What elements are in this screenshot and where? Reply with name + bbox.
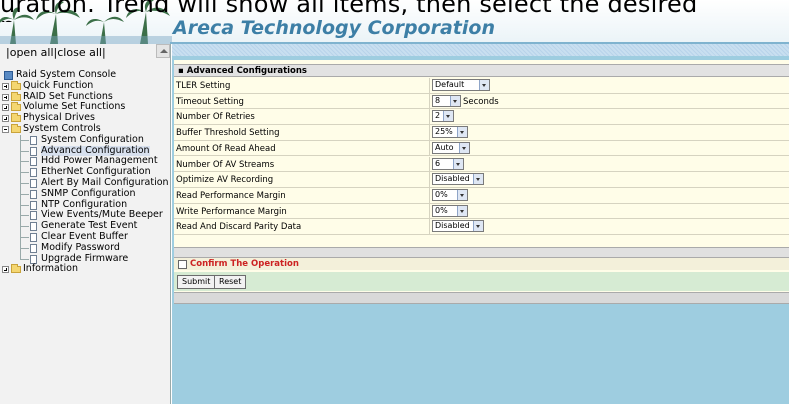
number-of-retries-select[interactable]: 2 xyxy=(432,110,454,123)
scroll-up-arrow[interactable] xyxy=(156,44,170,58)
chevron-down-icon xyxy=(473,174,483,185)
chevron-down-icon xyxy=(443,111,453,122)
raid-console-icon xyxy=(4,71,13,80)
advanced-configurations-form: ▪ Advanced Configurations TLER Setting D… xyxy=(174,60,789,304)
form-footer-band xyxy=(174,292,789,304)
row-write-performance: Write Performance Margin 0% xyxy=(174,203,789,220)
expand-icon[interactable] xyxy=(2,93,9,101)
open-close-links: |open all|close all| xyxy=(6,46,106,59)
read-ahead-select[interactable]: Auto xyxy=(432,141,470,154)
folder-icon xyxy=(11,91,21,101)
page-icon xyxy=(30,135,37,145)
folder-icon xyxy=(11,80,21,90)
tler-setting-select[interactable]: Default xyxy=(432,79,490,91)
page-icon xyxy=(30,232,37,242)
page-icon xyxy=(30,189,37,199)
row-number-of-retries: Number Of Retries 2 xyxy=(174,109,789,126)
row-tler-setting: TLER Setting Default xyxy=(174,78,789,94)
timeout-setting-select[interactable]: 8 xyxy=(432,94,461,107)
page-icon xyxy=(30,168,37,178)
buffer-threshold-select[interactable]: 25% xyxy=(432,126,468,139)
overlay-caption: uration. Trend will show all items, then… xyxy=(0,0,789,22)
close-all-link[interactable]: close all xyxy=(57,46,102,59)
form-separator xyxy=(174,247,789,258)
page-icon xyxy=(30,243,37,253)
confirm-label: Confirm The Operation xyxy=(190,259,299,269)
expand-icon[interactable] xyxy=(2,115,9,123)
read-performance-select[interactable]: 0% xyxy=(432,188,468,201)
row-discard-parity: Read And Discard Parity Data Disabled xyxy=(174,219,789,235)
folder-icon xyxy=(11,102,21,112)
expand-icon[interactable] xyxy=(2,82,9,90)
chevron-down-icon xyxy=(453,158,463,169)
reset-button[interactable]: Reset xyxy=(214,275,247,289)
sidebar: |open all|close all| Raid System Console… xyxy=(0,44,171,404)
chevron-down-icon xyxy=(459,142,469,153)
row-optimize-av: Optimize AV Recording Disabled xyxy=(174,172,789,188)
page-icon xyxy=(30,200,37,210)
page-icon xyxy=(30,157,37,167)
page-icon xyxy=(30,211,37,221)
chevron-down-icon xyxy=(473,221,483,232)
write-performance-select[interactable]: 0% xyxy=(432,204,468,217)
sidebar-subitem-modify-password[interactable]: Modify Password xyxy=(0,242,156,254)
row-read-performance: Read Performance Margin 0% xyxy=(174,187,789,204)
page-icon xyxy=(30,146,37,156)
sidebar-subitem-snmp-configuration[interactable]: SNMP Configuration xyxy=(0,188,156,200)
sidebar-subitem-system-configuration[interactable]: System Configuration xyxy=(0,134,156,146)
chevron-down-icon xyxy=(457,189,467,200)
top-pattern-strip xyxy=(172,44,789,56)
sidebar-item-quick-function[interactable]: Quick Function xyxy=(0,80,156,92)
optimize-av-select[interactable]: Disabled xyxy=(432,173,484,186)
button-row: Submit Reset xyxy=(174,272,789,291)
overlay-caption-text-2: n. xyxy=(0,12,23,22)
expand-icon[interactable] xyxy=(2,266,9,274)
row-read-ahead: Amount Of Read Ahead Auto xyxy=(174,140,789,157)
chevron-down-icon xyxy=(479,80,489,90)
nav-tree: Raid System Console Quick Function RAID … xyxy=(0,68,169,275)
chevron-down-icon xyxy=(457,127,467,138)
row-timeout-setting: Timeout Setting 8 Seconds xyxy=(174,93,789,110)
submit-button[interactable]: Submit xyxy=(177,275,216,289)
page-icon xyxy=(30,178,37,188)
page-icon xyxy=(30,254,37,264)
open-folder-icon xyxy=(11,123,21,133)
collapse-icon[interactable] xyxy=(2,125,9,133)
av-streams-select[interactable]: 6 xyxy=(432,157,464,170)
row-buffer-threshold: Buffer Threshold Setting 25% xyxy=(174,125,789,141)
expand-icon[interactable] xyxy=(2,104,9,112)
confirm-row: Confirm The Operation xyxy=(174,258,789,270)
discard-parity-select[interactable]: Disabled xyxy=(432,220,484,233)
chevron-down-icon xyxy=(450,95,460,106)
row-av-streams: Number Of AV Streams 6 xyxy=(174,156,789,173)
page-icon xyxy=(30,222,37,232)
folder-icon xyxy=(11,113,21,123)
open-all-link[interactable]: open all xyxy=(10,46,54,59)
overlay-caption-text: uration. Trend will show all items, then… xyxy=(0,0,698,18)
confirm-checkbox[interactable] xyxy=(178,260,187,269)
chevron-down-icon xyxy=(457,205,467,216)
folder-icon xyxy=(11,264,21,274)
form-title: ▪ Advanced Configurations xyxy=(174,64,789,77)
sidebar-item-information[interactable]: Information xyxy=(0,264,156,275)
